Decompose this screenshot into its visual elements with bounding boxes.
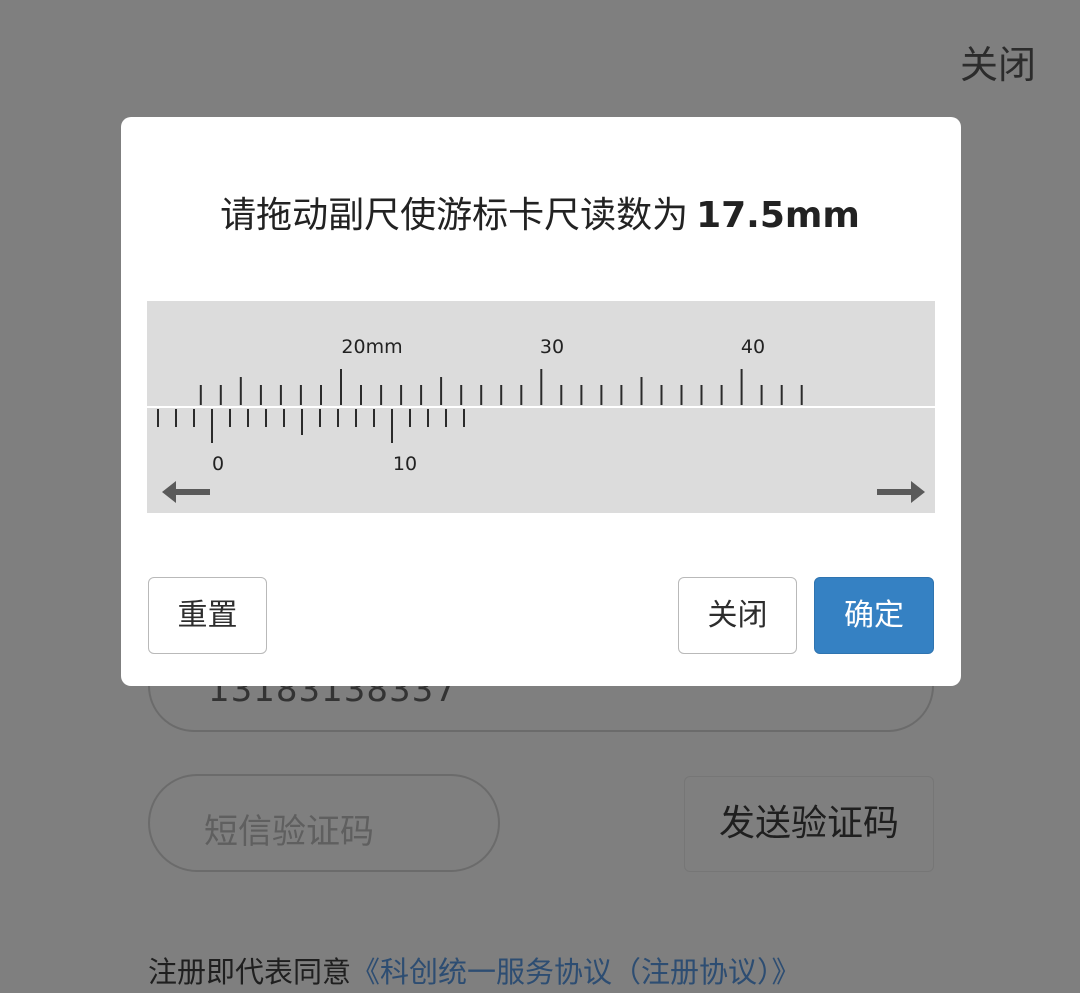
reset-button[interactable]: 重置 <box>148 577 267 654</box>
vernier-caliper[interactable]: 20mm 30 40 0 10 <box>147 301 935 513</box>
confirm-button[interactable]: 确定 <box>814 577 934 654</box>
instruction-text: 请拖动副尺使游标卡尺读数为 <box>220 195 689 236</box>
sms-code-input[interactable]: 短信验证码 <box>148 774 500 872</box>
main-scale <box>199 369 803 405</box>
arrow-left-icon[interactable] <box>160 475 212 509</box>
main-scale-label-20: 20mm <box>341 336 402 358</box>
arrow-right-icon[interactable] <box>875 475 927 509</box>
caliper-scales: 20mm 30 40 0 10 <box>147 336 935 475</box>
page-close-button[interactable]: 关闭 <box>960 34 1036 89</box>
vernier-scale[interactable] <box>157 409 465 443</box>
sms-code-placeholder: 短信验证码 <box>204 812 374 852</box>
main-scale-label-30: 30 <box>540 336 564 358</box>
agreement-text: 注册即代表同意 <box>148 955 352 989</box>
agreement: 注册即代表同意《科创统一服务协议（注册协议）》 <box>148 949 801 991</box>
target-reading: 17.5mm <box>696 195 860 236</box>
agreement-link[interactable]: 《科创统一服务协议（注册协议）》 <box>351 955 801 989</box>
main-scale-label-40: 40 <box>741 336 765 358</box>
modal-title: 请拖动副尺使游标卡尺读数为 17.5mm <box>0 186 1080 238</box>
close-button[interactable]: 关闭 <box>678 577 797 654</box>
send-code-button[interactable]: 发送验证码 <box>684 776 934 872</box>
vernier-label-0: 0 <box>212 453 224 475</box>
vernier-label-10: 10 <box>393 453 417 475</box>
